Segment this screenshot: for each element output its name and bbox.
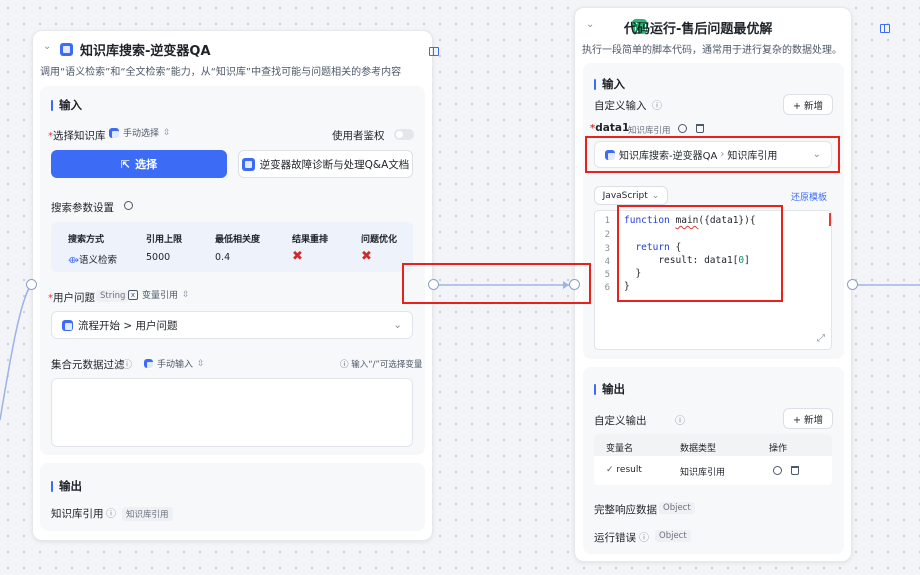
highlight-box-code [617,205,783,302]
manual-input-icon [144,359,154,369]
updown-icon: ⇳ [163,127,171,138]
filter-textarea[interactable] [51,378,413,447]
full-response-label: 完整响应数据 [594,504,657,516]
section-title: 输出 [594,381,625,397]
check-circle-icon: ✓ [606,465,617,475]
settings-gear-icon[interactable] [678,124,687,133]
th-rerank: 结果重排 [292,235,329,245]
highlight-box-var [585,136,840,173]
delete-trash-icon[interactable] [696,124,704,133]
node-title: 知识库搜索-逆变器QA [80,44,211,59]
search-method-icon: ⟴ [68,255,79,266]
book-icon[interactable] [428,46,439,56]
help-icon[interactable]: ⓘ [639,529,649,544]
output-row-name: ✓ result [606,465,642,475]
select-kb-button[interactable]: ⇱ 选择 [51,150,227,178]
line-number: 3 [604,244,610,254]
td-search-method: ⟴语义检索 [68,255,118,266]
input-handle[interactable] [26,279,37,290]
collapse-chevron-icon[interactable]: ⌄ [43,41,51,52]
kb-ref-label: 知识库引用 [51,508,104,520]
node-description: 调用“语义检索”和“全文检索”能力，从“知识库”中查找可能与问题相关的参考内容 [40,67,402,78]
line-number: 1 [604,216,610,226]
chevron-down-icon: ⌄ [393,319,402,331]
expand-icon[interactable]: ⤢ [817,333,825,344]
database-icon [60,43,73,56]
add-input-button[interactable]: + 新增 [783,94,833,115]
question-mode-select[interactable]: x 变量引用 ⇳ [128,288,190,301]
kb-mode-select[interactable]: 手动选择 ⇳ [109,126,171,139]
custom-input-label: 自定义输入 [594,100,647,112]
th-search-method: 搜索方式 [68,235,105,245]
help-icon[interactable]: ⓘ [106,505,116,520]
language-select[interactable]: JavaScript ⌄ [594,186,668,205]
line-number: 5 [604,270,610,280]
custom-output-label: 自定义输出 [594,415,647,427]
kb-ref-tag: 知识库引用 [122,507,173,521]
section-title: 输入 [51,97,82,113]
section-title: 输入 [594,76,625,92]
node-title: 代码运行-售后问题最优解 [624,22,773,37]
book-icon[interactable] [879,23,890,33]
flow-start-icon [62,319,73,331]
cursor-icon: ⇱ [120,157,131,171]
line-number: 4 [604,257,610,267]
filter-mode-select[interactable]: 手动输入 ⇳ [144,357,205,370]
node-description: 执行一段简单的脚本代码，通常用于进行复杂的数据处理。 [582,45,842,56]
type-tag: Object [659,502,695,514]
td-limit: 5000 [146,252,171,263]
td-min-relevance: 0.4 [215,252,231,263]
delete-trash-icon[interactable] [791,466,799,475]
kb-label: *选择知识库 [48,130,106,142]
search-params-label: 搜索参数设置 [51,202,114,214]
var-tag: 知识库引用 [628,126,671,136]
type-tag: Object [655,530,691,542]
rerank-off-icon: ✖ [292,249,303,264]
error-label: 运行错误 [594,532,636,544]
question-label: *用户问题 [48,292,95,304]
collapse-chevron-icon[interactable]: ⌄ [586,19,594,30]
output-row-type: 知识库引用 [680,468,726,478]
add-output-button[interactable]: + 新增 [783,408,833,429]
database-icon [241,157,255,171]
th-optimize: 问题优化 [361,235,398,245]
type-tag: String [96,290,130,302]
help-icon[interactable]: ⓘ [122,356,132,371]
settings-gear-icon[interactable] [773,466,782,475]
section-title: 输出 [51,478,82,494]
th-min-relevance: 最低相关度 [215,235,261,245]
highlight-box-edge [402,263,591,304]
th-action: 操作 [769,444,788,454]
line-number: 6 [604,283,610,293]
help-icon[interactable]: ⓘ [652,97,662,112]
filter-hint: ⓘ 输入“/”可选择变量 [340,360,423,370]
restore-template-link[interactable]: 还原模板 [791,190,827,203]
output-handle[interactable] [847,279,858,290]
th-limit: 引用上限 [146,235,183,245]
updown-icon: ⇳ [197,358,205,369]
variable-icon: x [128,289,138,300]
question-value-select[interactable]: 流程开始 > 用户问题 ⌄ [51,311,413,339]
permission-toggle[interactable] [394,129,414,140]
user-permission-label: 使用者鉴权 [332,130,385,142]
chevron-down-icon: ⌄ [651,190,660,201]
updown-icon: ⇳ [182,289,190,300]
selected-kb-chip[interactable]: 逆变器故障诊断与处理Q&A文档 [238,150,413,178]
th-var-name: 变量名 [606,444,634,454]
database-icon [109,127,119,138]
optimize-off-icon: ✖ [361,249,372,264]
th-data-type: 数据类型 [680,444,717,454]
editor-cursor [829,213,831,226]
incoming-edge [0,284,32,421]
settings-gear-icon[interactable] [124,201,133,210]
filter-label: 集合元数据过滤 [51,359,125,371]
help-icon[interactable]: ⓘ [675,412,685,427]
line-number: 2 [604,230,610,240]
